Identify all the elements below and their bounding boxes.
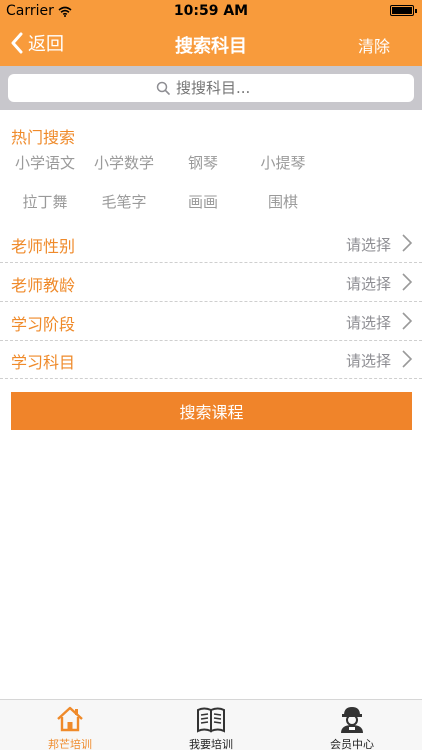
hot-tag[interactable]: 小提琴 <box>243 152 323 173</box>
tab-bar: 邦芒培训 我要培训 会员中心 <box>0 699 422 750</box>
filter-label: 老师性别 <box>11 237 76 256</box>
search-bar <box>0 66 422 110</box>
hot-tag[interactable]: 拉丁舞 <box>5 191 85 212</box>
nav-bar: 返回 搜索科目 清除 <box>0 22 422 66</box>
status-time: 10:59 AM <box>173 3 249 19</box>
filter-label: 老师教龄 <box>11 276 76 295</box>
tab-label: 会员中心 <box>330 738 374 750</box>
chevron-right-icon <box>402 350 413 368</box>
hot-tag[interactable]: 围棋 <box>243 191 323 212</box>
status-bar: Carrier 10:59 AM <box>0 0 422 22</box>
home-icon <box>57 706 83 732</box>
filter-row-teacher-gender[interactable]: 老师性别 请选择 <box>0 224 422 263</box>
tab-label: 邦芒培训 <box>48 738 92 750</box>
battery-icon <box>390 5 417 16</box>
filter-value: 请选择 <box>345 275 391 293</box>
search-field[interactable] <box>8 74 414 102</box>
hot-tag[interactable]: 画画 <box>163 191 243 212</box>
book-icon <box>197 707 225 733</box>
search-input[interactable] <box>176 79 266 97</box>
chevron-right-icon <box>402 234 413 252</box>
chevron-right-icon <box>402 312 413 330</box>
hot-tag[interactable]: 钢琴 <box>163 152 243 173</box>
search-icon <box>156 81 170 95</box>
tab-member-center[interactable]: 会员中心 <box>282 700 422 750</box>
tab-want-training[interactable]: 我要培训 <box>141 700 281 750</box>
filter-label: 学习科目 <box>11 353 76 372</box>
filter-row-teacher-experience[interactable]: 老师教龄 请选择 <box>0 263 422 302</box>
hot-tag[interactable]: 毛笔字 <box>84 191 164 212</box>
member-icon <box>341 707 363 733</box>
tab-label: 我要培训 <box>189 738 233 750</box>
filter-value: 请选择 <box>345 314 391 332</box>
tab-bangmang-training[interactable]: 邦芒培训 <box>0 700 140 750</box>
clear-button[interactable]: 清除 <box>358 33 390 57</box>
filter-row-study-stage[interactable]: 学习阶段 请选择 <box>0 302 422 341</box>
hot-tag[interactable]: 小学语文 <box>5 152 85 173</box>
filter-row-study-subject[interactable]: 学习科目 请选择 <box>0 340 422 379</box>
chevron-right-icon <box>402 273 413 291</box>
filter-label: 学习阶段 <box>11 315 76 334</box>
hot-tag[interactable]: 小学数学 <box>84 152 164 173</box>
search-courses-button[interactable]: 搜索课程 <box>11 392 412 430</box>
filter-value: 请选择 <box>345 352 391 370</box>
filter-value: 请选择 <box>345 236 391 254</box>
hot-search-title: 热门搜索 <box>11 128 76 147</box>
